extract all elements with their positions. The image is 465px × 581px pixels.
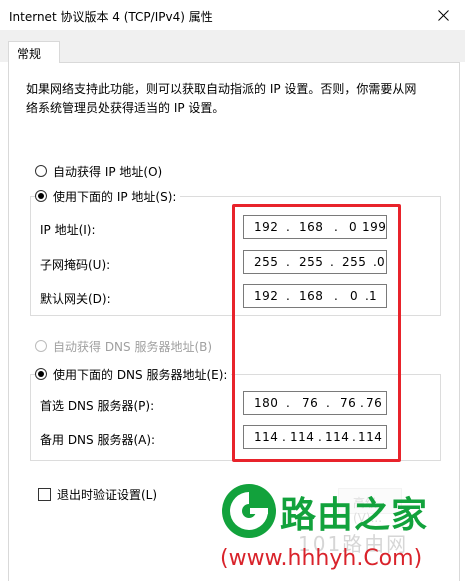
- tab-general-label: 常规: [17, 47, 42, 61]
- manual-dns-label: 使用下面的 DNS 服务器地址(E):: [53, 367, 228, 382]
- ip-address-label: IP 地址(I):: [40, 223, 96, 237]
- auto-ip-option[interactable]: 自动获得 IP 地址(O): [35, 163, 162, 179]
- auto-dns-option[interactable]: 自动获得 DNS 服务器地址(B): [35, 338, 212, 354]
- manual-ip-radio[interactable]: [35, 190, 47, 202]
- validate-on-exit-label: 退出时验证设置(L): [57, 488, 158, 502]
- window-title: Internet 协议版本 4 (TCP/IPv4) 属性: [9, 10, 213, 24]
- auto-dns-label: 自动获得 DNS 服务器地址(B): [53, 339, 213, 354]
- brand-logo-icon: [222, 484, 276, 538]
- manual-ip-option[interactable]: 使用下面的 IP 地址(S):: [35, 188, 181, 204]
- validate-on-exit-checkbox[interactable]: [38, 488, 51, 501]
- auto-ip-label: 自动获得 IP 地址(O): [53, 164, 163, 179]
- alternate-dns-label: 备用 DNS 服务器(A):: [40, 433, 156, 447]
- manual-ip-label: 使用下面的 IP 地址(S):: [53, 189, 177, 204]
- title-bar: Internet 协议版本 4 (TCP/IPv4) 属性: [0, 0, 465, 30]
- auto-ip-radio[interactable]: [35, 165, 47, 177]
- watermark-url: (www.hhhyh.Com): [220, 546, 423, 571]
- close-button[interactable]: [421, 0, 465, 30]
- validate-on-exit-option[interactable]: 退出时验证设置(L): [38, 486, 157, 503]
- manual-dns-option[interactable]: 使用下面的 DNS 服务器地址(E):: [35, 366, 232, 382]
- watermark-logo: 路由之家 101路由网 (www.hhhyh.Com): [218, 478, 463, 578]
- tab-general[interactable]: 常规: [8, 41, 60, 63]
- description-text: 如果网络支持此功能，则可以获取自动指派的 IP 设置。否则，你需要从网络系统管理…: [26, 82, 417, 115]
- preferred-dns-label: 首选 DNS 服务器(P):: [40, 399, 155, 413]
- close-icon: [437, 9, 449, 21]
- gateway-label: 默认网关(D):: [40, 292, 111, 306]
- tab-strip: [0, 30, 465, 62]
- subnet-mask-label: 子网掩码(U):: [40, 258, 111, 272]
- manual-dns-radio[interactable]: [35, 368, 47, 380]
- highlight-frame: [232, 204, 401, 462]
- auto-dns-radio[interactable]: [35, 340, 47, 352]
